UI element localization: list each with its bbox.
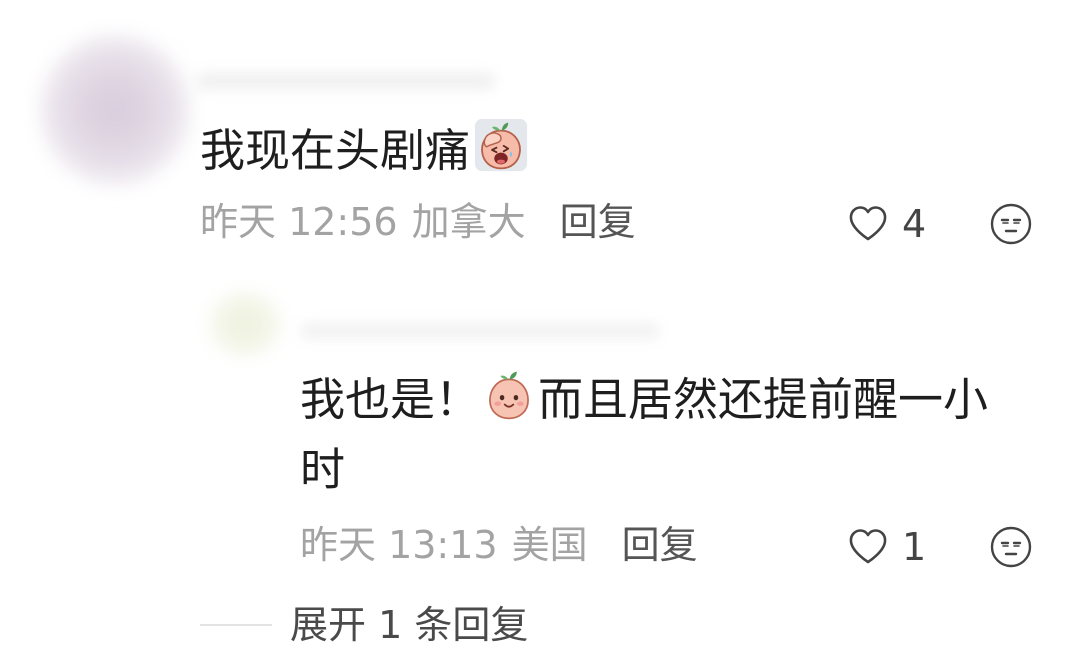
comment-avatar[interactable] <box>40 35 190 185</box>
reply-reaction-button[interactable] <box>989 525 1033 569</box>
emoji-face-icon <box>990 203 1032 245</box>
reply-meta: 昨天 13:13 美国 回复 <box>300 520 698 570</box>
like-button[interactable]: 4 <box>846 199 926 249</box>
like-count: 4 <box>902 202 927 246</box>
heart-outline-icon <box>849 206 887 241</box>
reply-text-part-1: 我也是！ <box>300 373 481 426</box>
comment-body[interactable]: 我现在头剧痛 <box>200 118 528 182</box>
heart-outline-icon <box>849 529 887 564</box>
reply-avatar[interactable] <box>208 292 282 356</box>
reply-button[interactable]: 回复 <box>560 197 636 247</box>
reply-username-redacted[interactable] <box>300 322 660 340</box>
expand-divider <box>200 624 272 626</box>
comment-username-redacted[interactable] <box>196 72 496 90</box>
reaction-button[interactable] <box>989 202 1033 246</box>
comment-time: 昨天 12:56 <box>200 200 398 244</box>
smiling-peach-emoji <box>483 369 535 421</box>
comment-location: 加拿大 <box>411 200 526 244</box>
reply-like-button[interactable]: 1 <box>846 522 926 572</box>
emoji-face-icon <box>990 526 1032 568</box>
expand-replies-button[interactable]: 展开 1 条回复 <box>290 600 528 650</box>
headache-emoji <box>474 118 528 172</box>
reply-location: 美国 <box>511 523 588 567</box>
reply-time: 昨天 13:13 <box>300 523 498 567</box>
reply-like-count: 1 <box>902 525 927 569</box>
reply-to-reply-button[interactable]: 回复 <box>622 520 698 570</box>
reply-body[interactable]: 我也是！ 而且居然还提前醒一小时 <box>300 365 1000 505</box>
comment-meta: 昨天 12:56 加拿大 回复 <box>200 197 636 247</box>
comment-text: 我现在头剧痛 <box>200 124 471 177</box>
